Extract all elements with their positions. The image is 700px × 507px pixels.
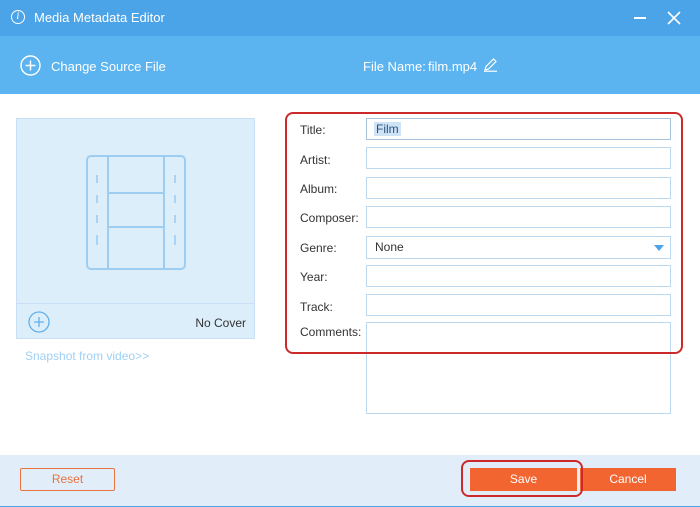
title-label: Title: — [300, 123, 326, 137]
title-field[interactable]: Film — [366, 118, 671, 140]
artist-field[interactable] — [366, 147, 671, 169]
composer-label: Composer: — [300, 211, 359, 225]
change-source-file-button[interactable]: Change Source File — [51, 59, 166, 74]
genre-select[interactable]: None — [366, 236, 671, 259]
pencil-icon[interactable] — [483, 57, 498, 72]
track-label: Track: — [300, 300, 333, 314]
cancel-button[interactable]: Cancel — [580, 468, 676, 491]
year-label: Year: — [300, 270, 328, 284]
title-bar: i Media Metadata Editor — [0, 0, 700, 36]
album-label: Album: — [300, 182, 338, 196]
no-cover-label: No Cover — [195, 316, 246, 330]
film-icon — [86, 155, 186, 270]
comments-field[interactable] — [366, 322, 671, 414]
genre-select-value: None — [375, 240, 404, 254]
composer-field[interactable] — [366, 206, 671, 228]
save-button[interactable]: Save — [470, 468, 577, 491]
year-field[interactable] — [366, 265, 671, 287]
artist-label: Artist: — [300, 153, 331, 167]
cover-panel: No Cover — [16, 118, 255, 339]
genre-label: Genre: — [300, 241, 337, 255]
close-button[interactable] — [664, 8, 684, 28]
minimize-button[interactable] — [630, 8, 650, 28]
comments-label: Comments: — [300, 325, 362, 339]
plus-circle-icon[interactable] — [20, 55, 41, 76]
add-cover-icon[interactable] — [28, 311, 50, 333]
file-name-value: film.mp4 — [428, 59, 478, 74]
cover-divider — [17, 303, 254, 304]
header-bar: Change Source File File Name: film.mp4 — [0, 36, 700, 94]
track-field[interactable] — [366, 294, 671, 316]
album-field[interactable] — [366, 177, 671, 199]
chevron-down-icon — [654, 245, 664, 251]
info-icon[interactable]: i — [11, 10, 25, 24]
file-name-label: File Name: — [363, 59, 426, 74]
close-icon — [667, 11, 681, 25]
title-field-value: Film — [374, 122, 401, 136]
reset-button[interactable]: Reset — [20, 468, 115, 491]
window-title: Media Metadata Editor — [34, 10, 165, 25]
snapshot-from-video-link[interactable]: Snapshot from video>> — [25, 349, 149, 363]
